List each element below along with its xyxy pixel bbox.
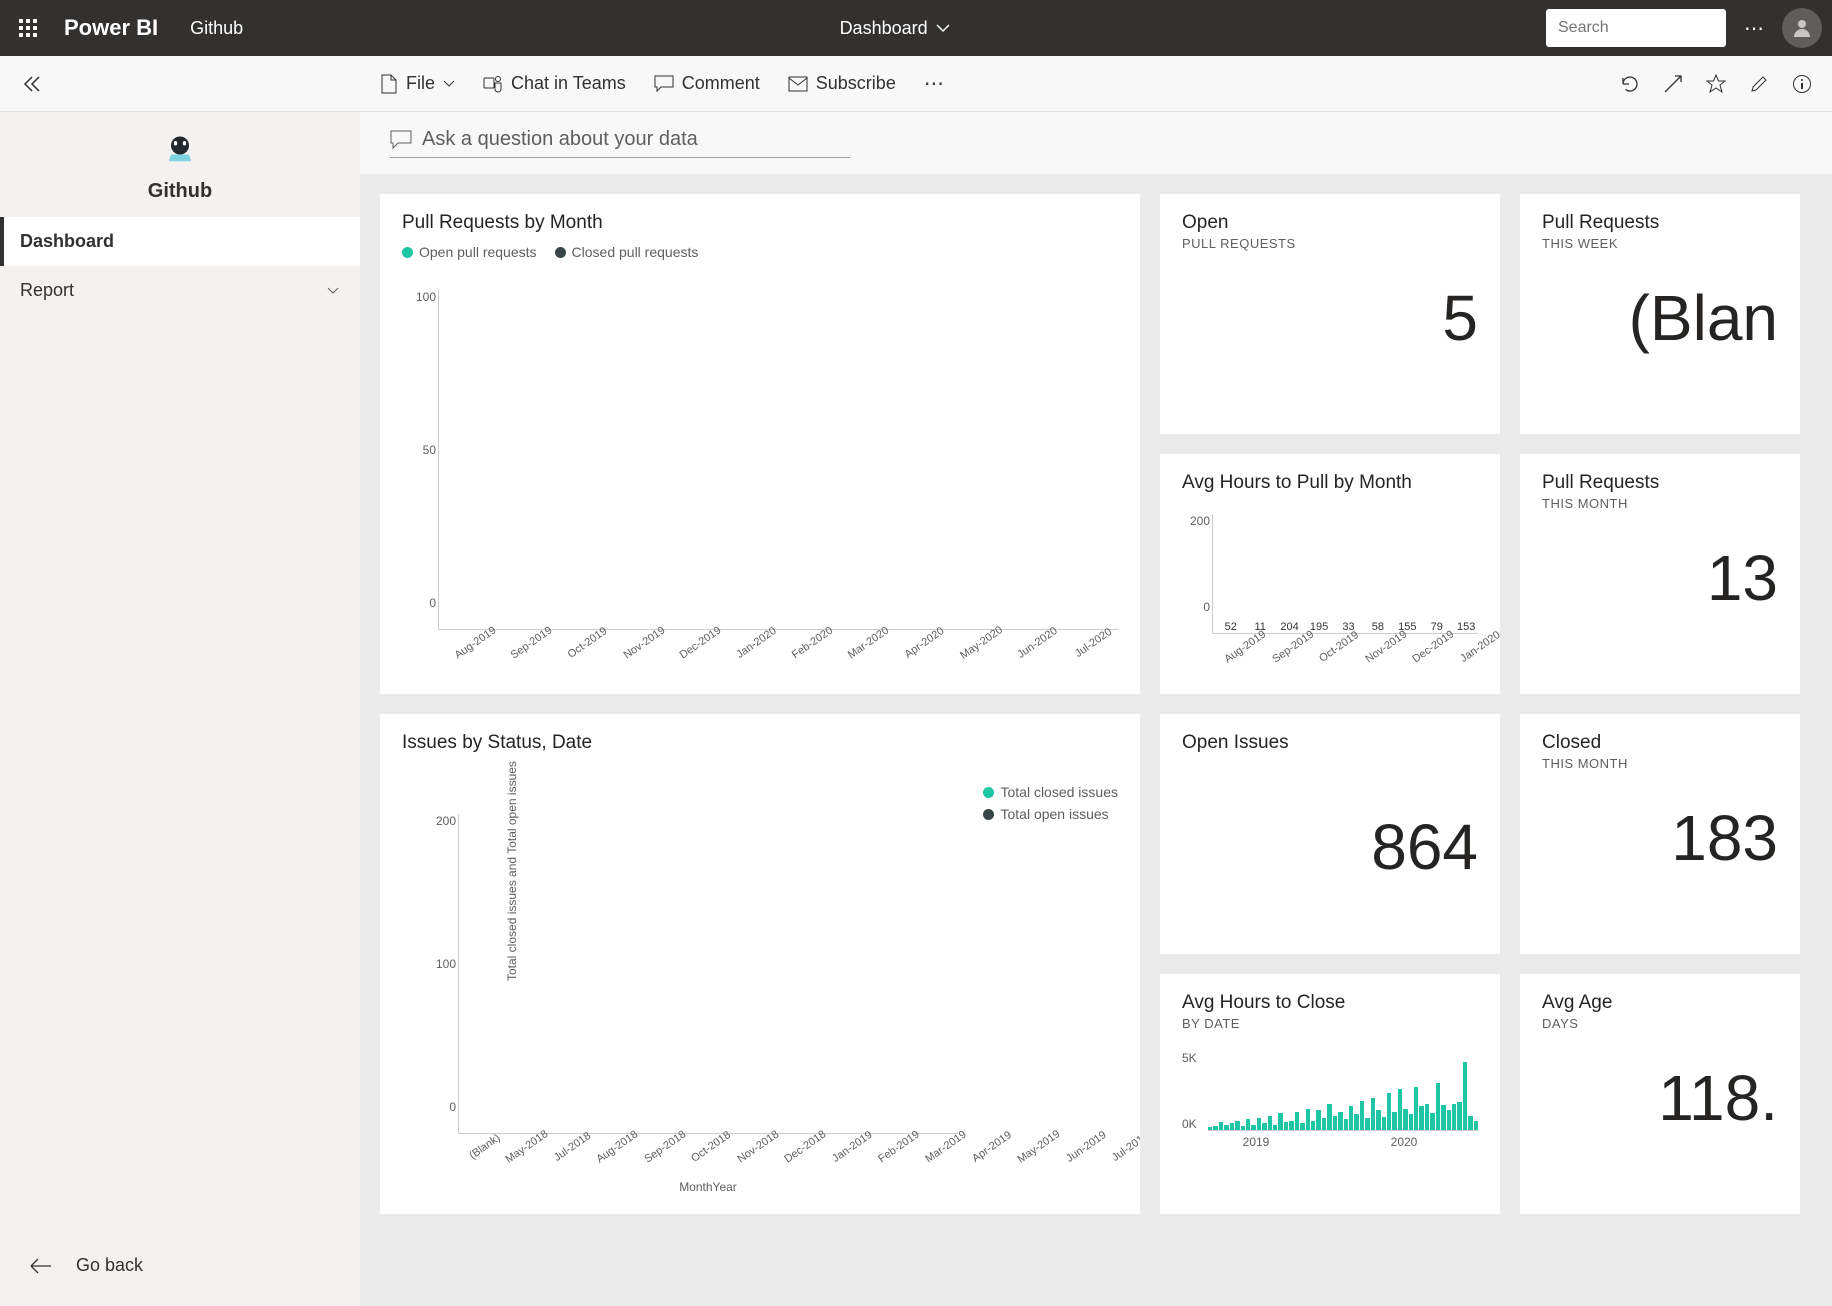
file-label: File [406,73,435,94]
arrow-left-icon [30,1258,52,1274]
search-box[interactable] [1546,9,1726,47]
toolbar-more-icon[interactable]: ⋯ [924,71,944,96]
chat-teams-button[interactable]: Chat in Teams [483,73,626,94]
sidebar-item-dashboard[interactable]: Dashboard [0,217,360,266]
tile-title: Open Issues [1182,732,1478,754]
tile-title: Avg Hours to Pull by Month [1182,472,1478,494]
tile-sub: THIS WEEK [1542,236,1778,251]
fullscreen-icon[interactable] [1664,75,1682,93]
view-dropdown-label: Dashboard [840,18,928,39]
chevron-down-icon [936,21,950,35]
tile-pr-month[interactable]: Pull Requests THIS MONTH 13 [1520,454,1800,694]
kpi-value: 118. [1542,1061,1778,1135]
info-icon[interactable] [1792,74,1812,94]
tile-sub: DAYS [1542,1016,1778,1031]
tile-avg-pull[interactable]: Avg Hours to Pull by Month 2000 52112041… [1160,454,1500,694]
comment-button[interactable]: Comment [654,73,760,94]
sidebar-title: Github [148,180,212,203]
tile-open-pr[interactable]: Open PULL REQUESTS 5 [1160,194,1500,434]
tile-avg-close[interactable]: Avg Hours to Close BY DATE 5K 0K 2019202… [1160,974,1500,1214]
go-back-button[interactable]: Go back [0,1235,360,1306]
brand-label: Power BI [64,15,158,41]
tile-title: Issues by Status, Date [402,732,1118,754]
legend-closed-issues: Total closed issues [983,784,1118,800]
tile-title: Open [1182,212,1478,234]
kpi-value: 183 [1542,801,1778,875]
subscribe-label: Subscribe [816,73,896,94]
top-bar: Power BI Github Dashboard ⋯ [0,0,1832,56]
sparkline-chart [1208,1051,1478,1131]
kpi-value: (Blan [1542,281,1778,355]
sidebar-item-label: Dashboard [20,231,114,252]
tile-closed-month[interactable]: Closed THIS MONTH 183 [1520,714,1800,954]
sidebar: Github Dashboard Report Go back [0,112,360,1306]
tile-pr-week[interactable]: Pull Requests THIS WEEK (Blan [1520,194,1800,434]
toolbar: File Chat in Teams Comment Subscribe ⋯ [0,56,1832,112]
file-menu[interactable]: File [380,73,455,94]
tile-issues-status[interactable]: Issues by Status, Date Total closed issu… [380,714,1140,1214]
qna-placeholder: Ask a question about your data [422,128,698,151]
legend-open-issues: Total open issues [983,806,1118,822]
app-name-label: Github [190,18,243,39]
x-axis-label: MonthYear [458,1180,958,1194]
qna-input[interactable]: Ask a question about your data [390,128,850,158]
content-area: Github Dashboard Report Go back Ask a qu… [0,112,1832,1306]
app-launcher-icon[interactable] [10,10,46,46]
teams-icon [483,75,503,93]
tile-sub: THIS MONTH [1542,756,1778,771]
main-canvas: Ask a question about your data Pull Requ… [360,112,1832,1306]
chat-label: Chat in Teams [511,73,626,94]
favorite-icon[interactable] [1706,74,1726,94]
tile-sub: THIS MONTH [1542,496,1778,511]
tile-sub: PULL REQUESTS [1182,236,1478,251]
tile-title: Avg Hours to Close [1182,992,1478,1014]
view-dropdown[interactable]: Dashboard [840,18,950,39]
tile-sub: BY DATE [1182,1016,1478,1031]
file-icon [380,74,398,94]
tile-title: Avg Age [1542,992,1778,1014]
search-input[interactable] [1558,19,1765,37]
kpi-value: 864 [1182,810,1478,884]
sidebar-item-label: Report [20,280,74,301]
tile-pr-by-month[interactable]: Pull Requests by Month Open pull request… [380,194,1140,694]
chevron-down-icon [326,284,340,298]
tile-title: Pull Requests [1542,212,1778,234]
tile-avg-age[interactable]: Avg Age DAYS 118. [1520,974,1800,1214]
sidebar-item-report[interactable]: Report [0,266,360,315]
kpi-value: 13 [1542,541,1778,615]
subscribe-button[interactable]: Subscribe [788,73,896,94]
legend-closed: Closed pull requests [555,244,699,260]
kpi-value: 5 [1182,281,1478,355]
chevron-down-icon [443,78,455,90]
mail-icon [788,76,808,92]
edit-icon[interactable] [1750,75,1768,93]
user-avatar[interactable] [1782,8,1822,48]
tile-title: Pull Requests by Month [402,212,1118,234]
github-logo-icon [162,132,198,168]
collapse-sidebar-button[interactable] [0,74,60,94]
y-axis-label: Total closed issues and Total open issue… [505,761,519,981]
go-back-label: Go back [76,1255,143,1276]
comment-icon [654,75,674,93]
tile-title: Pull Requests [1542,472,1778,494]
qna-bar: Ask a question about your data [360,112,1832,174]
refresh-icon[interactable] [1620,74,1640,94]
person-icon [1791,17,1813,39]
tiles-grid: Pull Requests by Month Open pull request… [360,174,1832,1234]
tile-title: Closed [1542,732,1778,754]
tile-open-issues[interactable]: Open Issues 864 [1160,714,1500,954]
more-icon[interactable]: ⋯ [1744,16,1764,41]
comment-icon [390,130,412,150]
comment-label: Comment [682,73,760,94]
legend-open: Open pull requests [402,244,537,260]
